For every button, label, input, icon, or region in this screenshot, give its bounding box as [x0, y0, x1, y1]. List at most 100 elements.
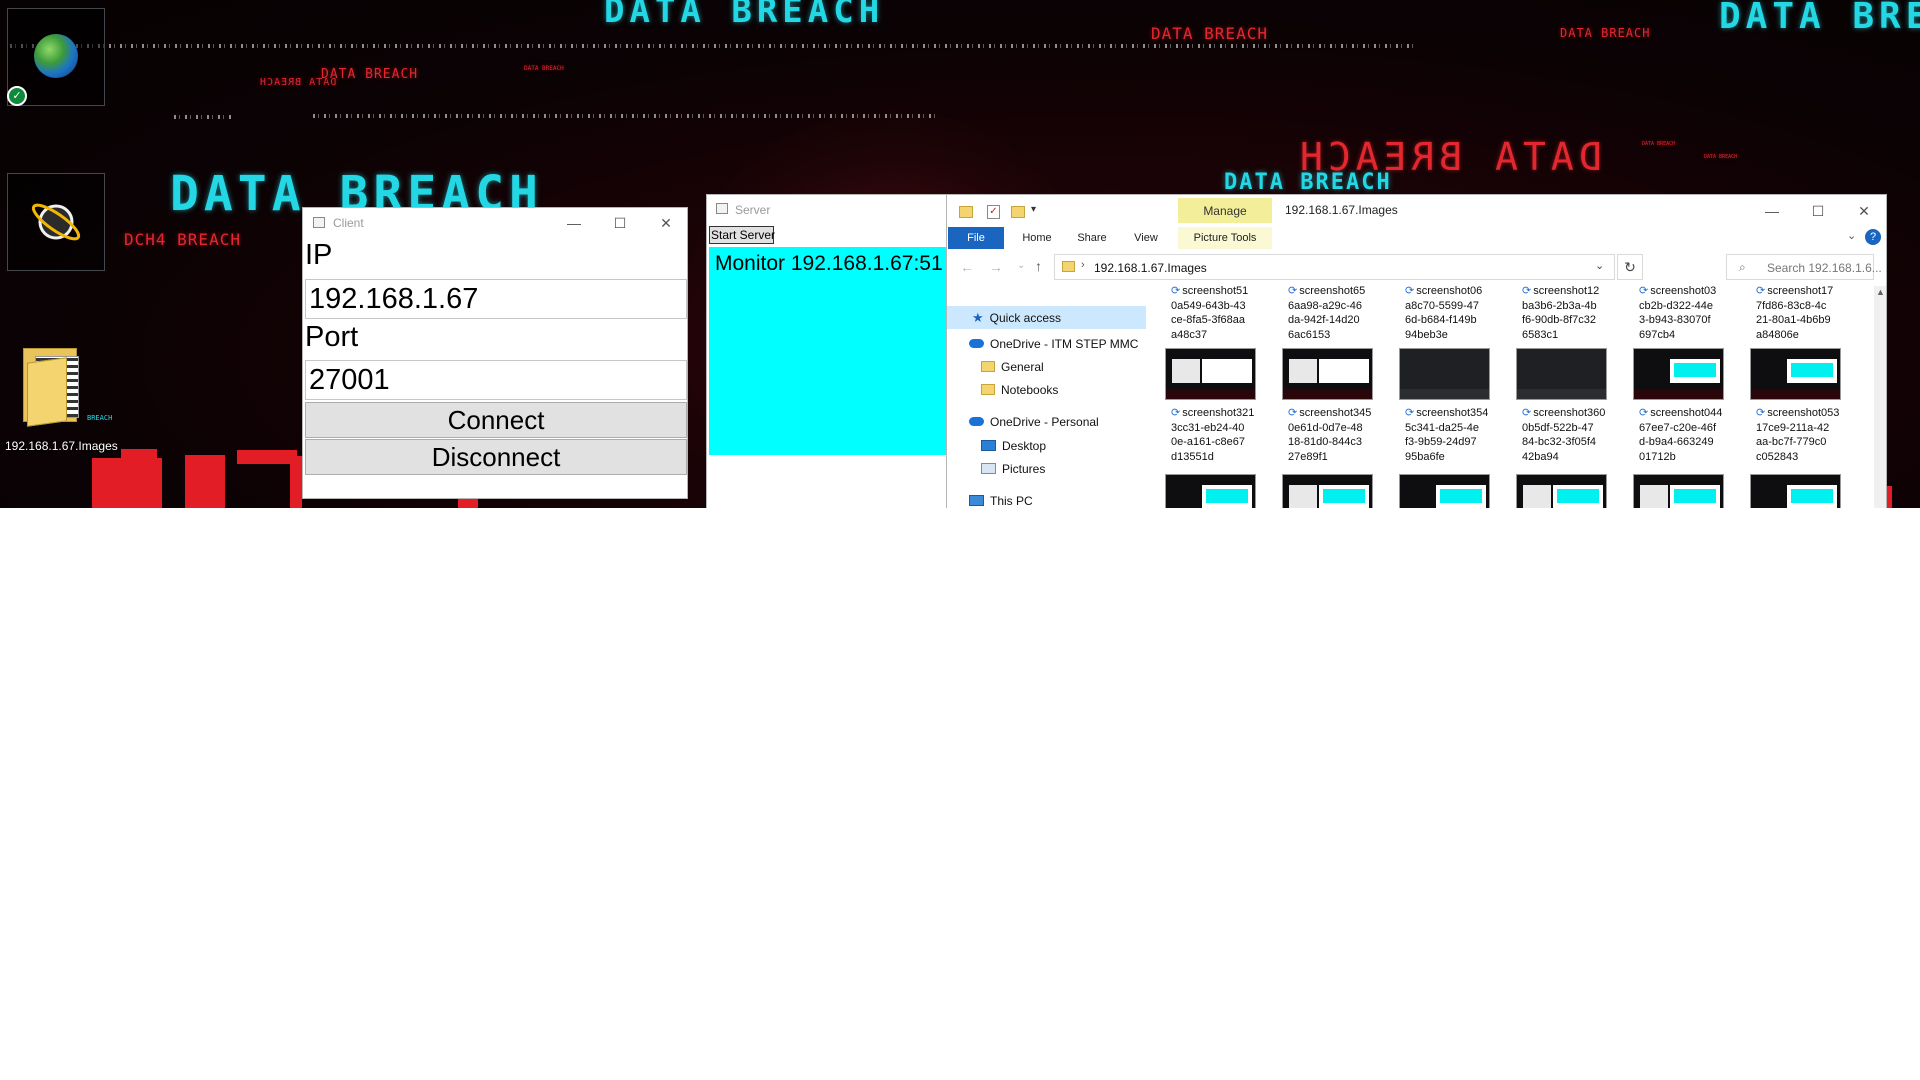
new-folder-icon[interactable]: [1011, 206, 1025, 218]
file-thumbnail[interactable]: [1399, 348, 1490, 400]
nav-item-onedrive-personal[interactable]: OneDrive - Personal: [947, 410, 1099, 433]
file-thumbnail[interactable]: [1633, 348, 1724, 400]
file-label[interactable]: ⟳ screenshot51 0a549-643b-43 ce-8fa5-3f68aa…: [1171, 286, 1275, 342]
back-arrow-icon[interactable]: ←: [960, 259, 974, 275]
pixel-block: [290, 456, 302, 508]
address-dropdown-icon[interactable]: ⌄: [1595, 259, 1604, 272]
planet-icon: [31, 203, 81, 241]
customize-icon[interactable]: ▾: [1031, 204, 1036, 215]
window-title: 192.168.1.67.Images: [1285, 203, 1398, 217]
file-thumbnail[interactable]: [1282, 474, 1373, 508]
file-thumbnail[interactable]: [1750, 348, 1841, 400]
help-icon[interactable]: ?: [1865, 229, 1881, 245]
file-label[interactable]: ⟳ screenshot354 5c341-da25-4e f3-9b59-24d97…: [1405, 406, 1509, 464]
file-label[interactable]: ⟳ screenshot03 cb2b-d322-44e 3-b943-83070f 6…: [1639, 286, 1743, 342]
tab-view[interactable]: View: [1126, 227, 1166, 249]
ip-input[interactable]: 192.168.1.67: [305, 279, 687, 319]
forward-arrow-icon[interactable]: →: [989, 259, 1003, 275]
glitch-line: [313, 114, 935, 118]
folder-small-icon: [1062, 261, 1075, 272]
file-thumbnail[interactable]: [1750, 474, 1841, 508]
ip-label: IP: [305, 239, 333, 271]
close-button[interactable]: ✕: [1841, 196, 1886, 226]
shared-folder-icon: [981, 361, 995, 372]
sync-icon: ⟳: [1756, 407, 1766, 419]
maximize-button[interactable]: ☐: [597, 208, 643, 238]
minimize-button[interactable]: —: [551, 208, 597, 238]
navigation-pane: ★ Quick access OneDrive - ITM STEP MMC Ge…: [947, 306, 1152, 508]
cloud-icon: [969, 339, 984, 348]
folder-icon: [23, 348, 87, 427]
sync-icon: ⟳: [1405, 407, 1415, 419]
file-label[interactable]: ⟳ screenshot65 6aa98-a29c-46 da-942f-14d20 6…: [1288, 286, 1392, 342]
file-label[interactable]: ⟳ screenshot044 67ee7-c20e-46f d-b9a4-66324…: [1639, 406, 1743, 464]
folder-overlay-text: BREACH: [87, 414, 113, 422]
sync-icon: ⟳: [1756, 286, 1766, 297]
maximize-button[interactable]: ☐: [1795, 196, 1841, 226]
disconnect-button[interactable]: Disconnect: [305, 439, 687, 475]
connect-button[interactable]: Connect: [305, 402, 687, 438]
ribbon-expand-icon[interactable]: ⌄: [1847, 229, 1856, 242]
refresh-button[interactable]: ↻: [1617, 254, 1643, 280]
properties-icon[interactable]: ✓: [987, 205, 1000, 219]
search-box[interactable]: ⌕ Search 192.168.1.6...: [1726, 254, 1882, 280]
vertical-scrollbar[interactable]: ▲: [1874, 286, 1886, 508]
banner-text: DATA BREACH: [1719, 0, 1920, 37]
context-tab-manage[interactable]: Manage: [1178, 198, 1272, 223]
desktop-icon-label: 192.168.1.67.Images: [5, 439, 118, 453]
search-placeholder: Search 192.168.1.6...: [1767, 261, 1882, 275]
nav-item-general[interactable]: General: [947, 355, 1044, 378]
file-thumbnail[interactable]: [1165, 474, 1256, 508]
client-titlebar[interactable]: Client — ☐ ✕: [303, 208, 687, 238]
nav-item-onedrive-work[interactable]: OneDrive - ITM STEP MMC: [947, 332, 1138, 355]
file-thumbnail[interactable]: [1633, 474, 1724, 508]
file-thumbnail[interactable]: [1516, 474, 1607, 508]
sync-icon: ⟳: [1171, 286, 1181, 297]
port-input[interactable]: 27001: [305, 360, 687, 400]
address-bar[interactable]: › 192.168.1.67.Images ⌄: [1054, 254, 1615, 280]
tab-home[interactable]: Home: [1013, 227, 1061, 249]
explorer-window: ✓ ▾ Manage 192.168.1.67.Images — ☐ ✕ Fil…: [946, 194, 1887, 508]
nav-item-quick-access[interactable]: ★ Quick access: [947, 306, 1146, 329]
file-label[interactable]: ⟳ screenshot06 a8c70-5599-47 6d-b684-f149b 9…: [1405, 286, 1509, 342]
desktop-icon-earth[interactable]: ✓: [7, 8, 105, 106]
nav-item-pictures[interactable]: Pictures: [947, 457, 1045, 480]
screen: DATA BREACH DATA BREACH DATA BREACH DATA…: [0, 0, 1920, 1080]
banner-text: DATA BREACH: [1560, 26, 1651, 40]
up-arrow-icon[interactable]: ↑: [1035, 258, 1042, 274]
server-titlebar[interactable]: Server: [707, 195, 956, 225]
scroll-up-icon[interactable]: ▲: [1876, 287, 1885, 297]
nav-item-desktop[interactable]: Desktop: [947, 434, 1046, 457]
port-label: Port: [305, 321, 359, 353]
file-thumbnail[interactable]: [1516, 348, 1607, 400]
address-path: 192.168.1.67.Images: [1094, 261, 1207, 275]
folder-small-icon[interactable]: [959, 206, 973, 218]
file-label[interactable]: ⟳ screenshot321 3cc31-eb24-40 0e-a161-c8e67…: [1171, 406, 1275, 464]
file-thumbnail[interactable]: [1399, 474, 1490, 508]
file-thumbnail[interactable]: [1165, 348, 1256, 400]
start-server-button[interactable]: Start Server: [709, 226, 775, 244]
desktop-icon-planet[interactable]: [7, 173, 105, 271]
sync-icon: ⟳: [1639, 286, 1649, 297]
file-label[interactable]: ⟳ screenshot360 0b5df-522b-47 84-bc32-3f05f…: [1522, 406, 1626, 464]
file-label[interactable]: ⟳ screenshot053 17ce9-211a-42 aa-bc7f-779c0…: [1756, 406, 1860, 464]
sync-icon: ⟳: [1522, 407, 1532, 419]
desktop-icon-folder[interactable]: BREACH 192.168.1.67.Images: [3, 345, 118, 457]
tab-share[interactable]: Share: [1068, 227, 1116, 249]
nav-item-this-pc[interactable]: This PC: [947, 489, 1033, 508]
pictures-icon: [981, 463, 996, 474]
cloud-icon: [969, 417, 984, 426]
sync-icon: ⟳: [1171, 407, 1181, 419]
nav-item-notebooks[interactable]: Notebooks: [947, 378, 1058, 401]
file-label[interactable]: ⟳ screenshot345 0e61d-0d7e-48 18-81d0-844c3…: [1288, 406, 1392, 464]
file-label[interactable]: ⟳ screenshot17 7fd86-83c8-4c 21-80a1-4b6b9 a…: [1756, 286, 1860, 342]
close-button[interactable]: ✕: [643, 208, 687, 238]
tab-file[interactable]: File: [948, 227, 1004, 249]
minimize-button[interactable]: —: [1749, 196, 1795, 226]
recent-locations-icon[interactable]: ⌄: [1017, 260, 1025, 271]
file-thumbnail[interactable]: [1282, 348, 1373, 400]
banner-text: DATA BREACH: [604, 0, 885, 31]
file-label[interactable]: ⟳ screenshot12 ba3b6-2b3a-4b f6-90db-8f7c32…: [1522, 286, 1626, 342]
tab-picture-tools[interactable]: Picture Tools: [1178, 227, 1272, 249]
desktop-icon: [981, 440, 996, 451]
